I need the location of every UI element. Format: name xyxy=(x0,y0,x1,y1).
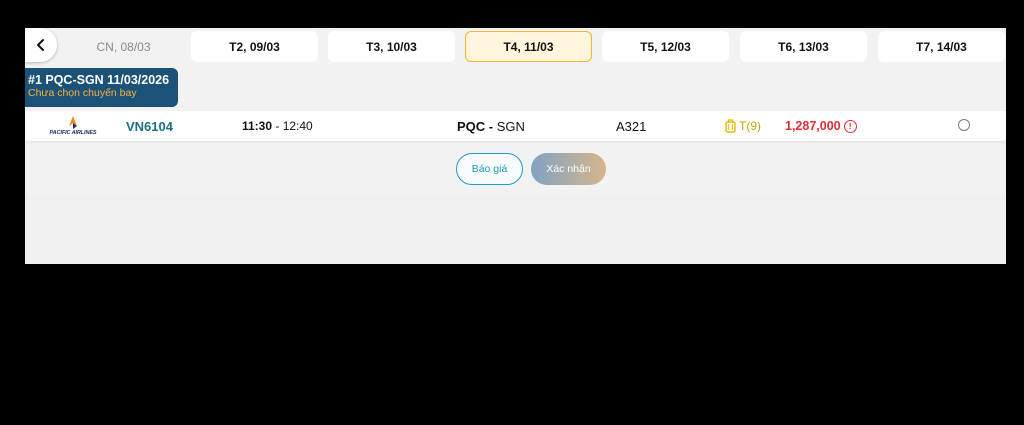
date-tab-sat-14[interactable]: T7, 14/03 xyxy=(878,31,1005,62)
select-flight-radio[interactable] xyxy=(958,119,970,131)
leg-badge: #1 PQC-SGN 11/03/2026 Chưa chọn chuyến b… xyxy=(25,68,178,107)
price-value: 1,287,000 xyxy=(785,119,841,133)
flight-price: 1,287,000 ! xyxy=(785,111,857,141)
date-selector-bar: CN, 08/03 T2, 09/03 T3, 10/03 T4, 11/03 … xyxy=(25,28,1006,66)
date-tab-tue-10[interactable]: T3, 10/03 xyxy=(328,31,455,62)
fare-class-label: T(9) xyxy=(739,119,761,133)
fare-class: T(9) xyxy=(725,111,761,141)
quote-button[interactable]: Báo giá xyxy=(456,153,523,185)
info-icon[interactable]: ! xyxy=(843,119,857,133)
leg-title: #1 PQC-SGN 11/03/2026 xyxy=(28,73,170,87)
flight-route: PQC - SGN xyxy=(457,111,525,141)
aircraft-type: A321 xyxy=(616,118,647,134)
pacific-airlines-logo-icon xyxy=(69,116,77,129)
date-tab-sun-08: CN, 08/03 xyxy=(96,39,151,54)
origin-code: PQC xyxy=(457,118,486,134)
action-bar: Báo giá Xác nhận xyxy=(25,141,1006,195)
date-tab-wed-11[interactable]: T4, 11/03 xyxy=(465,31,592,62)
date-tab-mon-09[interactable]: T2, 09/03 xyxy=(191,31,318,62)
date-tab-thu-12[interactable]: T5, 12/03 xyxy=(602,31,729,62)
time-separator: - xyxy=(272,119,283,133)
depart-time: 11:30 xyxy=(242,119,273,133)
route-separator: - xyxy=(485,118,497,134)
leg-status: Chưa chọn chuyến bay xyxy=(28,87,137,99)
flight-times: 11:30 - 12:40 xyxy=(242,111,313,141)
flight-search-panel: CN, 08/03 T2, 09/03 T3, 10/03 T4, 11/03 … xyxy=(25,28,1006,264)
destination-code: SGN xyxy=(496,118,525,134)
date-tab-fri-13[interactable]: T6, 13/03 xyxy=(740,31,867,62)
airline-logo: PACIFIC AIRLINES xyxy=(45,111,101,141)
flight-row[interactable]: PACIFIC AIRLINES VN6104 11:30 - 12:40 PQ… xyxy=(25,111,1006,141)
confirm-button[interactable]: Xác nhận xyxy=(531,153,606,185)
back-button[interactable] xyxy=(25,28,57,62)
luggage-icon xyxy=(725,119,736,133)
airline-logo-text: PACIFIC AIRLINES xyxy=(49,130,97,136)
empty-content-area xyxy=(25,195,1006,264)
flight-number: VN6104 xyxy=(126,118,173,134)
arrive-time: 12:40 xyxy=(282,119,313,133)
chevron-left-icon xyxy=(37,39,44,51)
